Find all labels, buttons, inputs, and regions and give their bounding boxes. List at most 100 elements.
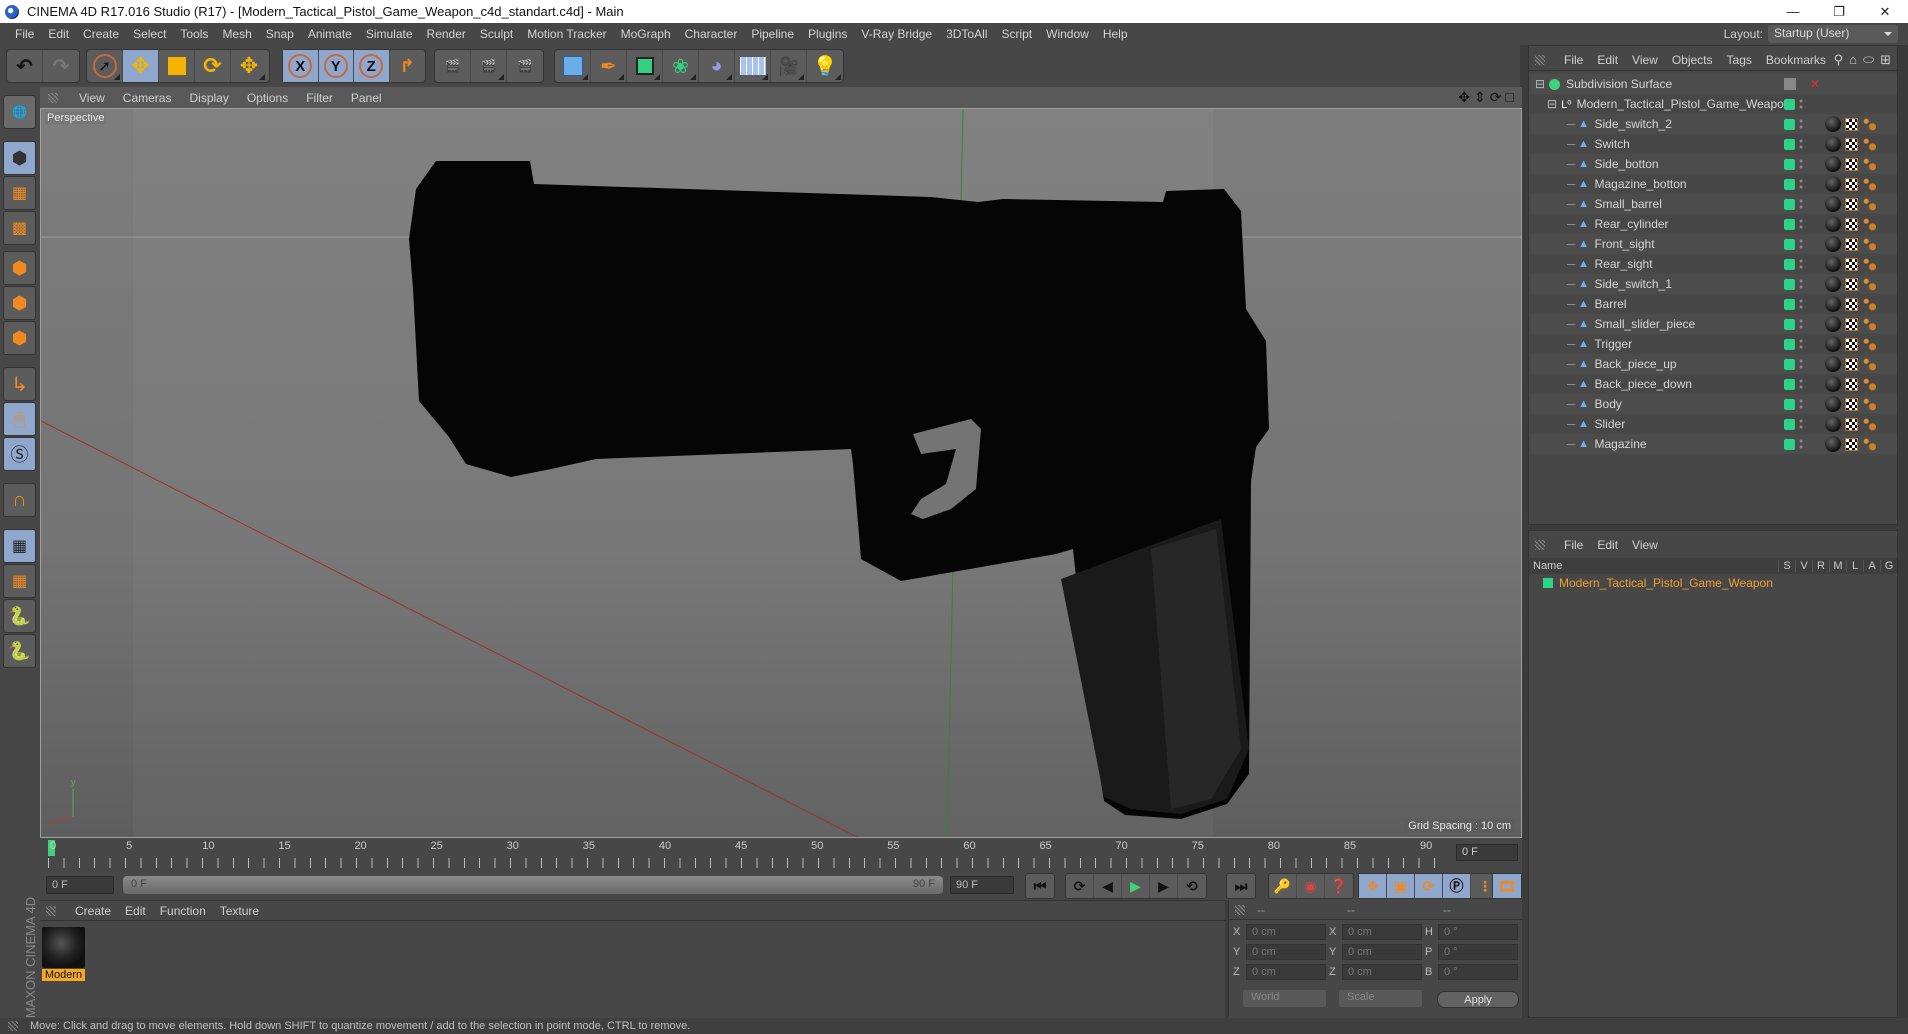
world-coord-icon[interactable]: ↱ <box>390 50 425 82</box>
object-menu-edit[interactable]: Edit <box>1590 53 1625 67</box>
phong-tag-icon[interactable] <box>1862 177 1876 191</box>
phong-tag-icon[interactable] <box>1862 237 1876 251</box>
uvw-tag-icon[interactable] <box>1845 377 1858 391</box>
size-z-field[interactable]: 0 cm <box>1342 964 1422 980</box>
render-dots-icon[interactable] <box>1799 138 1803 150</box>
pen-spline-icon[interactable]: ✒ <box>591 50 627 82</box>
object-mode-icon[interactable]: ⬢ <box>3 141 36 175</box>
object-row[interactable]: ─ ▲ Trigger <box>1529 334 1897 354</box>
uvw-tag-icon[interactable] <box>1845 337 1858 351</box>
uvw-tag-icon[interactable] <box>1845 357 1858 371</box>
uvw-tag-icon[interactable] <box>1845 437 1858 451</box>
pos-x-field[interactable]: 0 cm <box>1246 924 1326 940</box>
phong-tag-icon[interactable] <box>1862 357 1876 371</box>
viewport-menu-panel[interactable]: Panel <box>342 91 391 105</box>
phong-tag-icon[interactable] <box>1862 137 1876 151</box>
menu-mesh[interactable]: Mesh <box>215 27 258 41</box>
viewport-menu-display[interactable]: Display <box>180 91 237 105</box>
track-position-icon[interactable]: ✥ <box>1359 874 1387 898</box>
home-icon[interactable]: ⌂ <box>1849 52 1857 68</box>
uvw-tag-icon[interactable] <box>1845 417 1858 431</box>
pos-y-field[interactable]: 0 cm <box>1246 944 1326 960</box>
prev-frame-icon[interactable]: ◀ <box>1094 874 1122 898</box>
phong-tag-icon[interactable] <box>1862 197 1876 211</box>
viewport-menu-cameras[interactable]: Cameras <box>114 91 181 105</box>
menu-vray-bridge[interactable]: V-Ray Bridge <box>854 27 939 41</box>
col-render[interactable]: R <box>1812 560 1829 572</box>
visibility-toggle[interactable] <box>1784 218 1795 230</box>
visibility-toggle[interactable] <box>1784 298 1795 310</box>
restore-icon[interactable]: ❐ <box>1816 4 1862 20</box>
render-settings-icon[interactable]: 🎬 <box>507 50 543 82</box>
lock-workplane-icon[interactable]: ▦ <box>3 529 36 563</box>
object-row[interactable]: ─ ▲ Rear_sight <box>1529 254 1897 274</box>
panel-grip-icon[interactable] <box>1235 904 1245 915</box>
autokey-icon[interactable]: ◉ <box>1297 874 1325 898</box>
object-row[interactable]: ─ ▲ Slider <box>1529 414 1897 434</box>
material-tag-icon[interactable] <box>1825 416 1841 432</box>
go-end-icon[interactable]: ⏭ <box>1227 874 1255 898</box>
phong-tag-icon[interactable] <box>1862 277 1876 291</box>
material-menu-texture[interactable]: Texture <box>213 904 266 918</box>
render-dots-icon[interactable] <box>1799 358 1803 370</box>
pos-z-field[interactable]: 0 cm <box>1246 964 1326 980</box>
render-dots-icon[interactable] <box>1799 218 1803 230</box>
menu-simulate[interactable]: Simulate <box>359 27 420 41</box>
uvw-tag-icon[interactable] <box>1845 317 1858 331</box>
menu-file[interactable]: File <box>8 27 41 41</box>
undo-icon[interactable]: ↶ <box>7 50 43 82</box>
phong-tag-icon[interactable] <box>1862 297 1876 311</box>
editor-visibility-icon[interactable] <box>1784 78 1796 90</box>
maximize-icon[interactable]: □ <box>1506 89 1514 106</box>
visibility-toggle[interactable] <box>1784 418 1795 430</box>
preview-range-slider[interactable]: 0 F 90 F <box>123 876 943 894</box>
phong-tag-icon[interactable] <box>1862 377 1876 391</box>
render-dots-icon[interactable] <box>1799 258 1803 270</box>
render-dots-icon[interactable] <box>1799 158 1803 170</box>
axis-y-toggle[interactable]: Y <box>318 50 354 82</box>
cube-icon[interactable] <box>555 50 591 82</box>
object-row[interactable]: ─ ▲ Barrel <box>1529 294 1897 314</box>
material-tag-icon[interactable] <box>1825 396 1841 412</box>
render-dots-icon[interactable] <box>1799 378 1803 390</box>
prev-key-icon[interactable]: ⟳ <box>1066 874 1094 898</box>
coordinate-mode-dropdown[interactable]: Scale <box>1339 990 1422 1007</box>
material-tag-icon[interactable] <box>1825 176 1841 192</box>
visibility-toggle[interactable] <box>1784 278 1795 290</box>
redo-icon[interactable]: ↷ <box>43 50 79 82</box>
rot-p-field[interactable]: 0 ° <box>1438 944 1518 960</box>
render-dots-icon[interactable] <box>1799 318 1803 330</box>
select-arrow-icon[interactable]: ➚ <box>87 50 123 82</box>
material-tag-icon[interactable] <box>1825 116 1841 132</box>
phong-tag-icon[interactable] <box>1862 317 1876 331</box>
deformer-icon[interactable]: ◕ <box>699 50 735 82</box>
render-dots-icon[interactable] <box>1799 418 1803 430</box>
polygons-mode-icon[interactable]: ⬢ <box>3 321 36 355</box>
menu-render[interactable]: Render <box>420 27 473 41</box>
menu-select[interactable]: Select <box>126 27 173 41</box>
zoom-icon[interactable]: ⇕ <box>1474 89 1486 106</box>
timeline-ruler[interactable]: 0 5 10 15 20 25 30 35 40 45 50 55 60 65 70 75 80 85 90 <box>48 840 1448 868</box>
material-menu-edit[interactable]: Edit <box>118 904 153 918</box>
object-menu-view[interactable]: View <box>1625 53 1665 67</box>
material-item[interactable]: Modern <box>42 927 85 981</box>
start-frame-field[interactable]: 0 F <box>46 876 114 894</box>
uvw-tag-icon[interactable] <box>1845 157 1858 171</box>
material-tag-icon[interactable] <box>1825 196 1841 212</box>
panel-grip-icon[interactable] <box>46 905 56 916</box>
phong-tag-icon[interactable] <box>1862 257 1876 271</box>
visibility-toggle[interactable] <box>1784 98 1795 110</box>
axis-x-toggle[interactable]: X <box>283 50 319 82</box>
layer-menu-file[interactable]: File <box>1557 538 1590 552</box>
viewport-menu-view[interactable]: View <box>70 91 114 105</box>
menu-create[interactable]: Create <box>76 27 126 41</box>
object-row[interactable]: ─ ▲ Side_botton <box>1529 154 1897 174</box>
render-dots-icon[interactable] <box>1799 118 1803 130</box>
disabled-x-icon[interactable]: ✕ <box>1810 77 1820 91</box>
uvw-tag-icon[interactable] <box>1845 197 1858 211</box>
col-view[interactable]: V <box>1795 560 1812 572</box>
render-view-icon[interactable]: 🎬 <box>435 50 471 82</box>
axis-mode-icon[interactable]: ↳ <box>3 367 36 401</box>
menu-motion-tracker[interactable]: Motion Tracker <box>520 27 613 41</box>
minimize-icon[interactable]: — <box>1770 4 1816 20</box>
